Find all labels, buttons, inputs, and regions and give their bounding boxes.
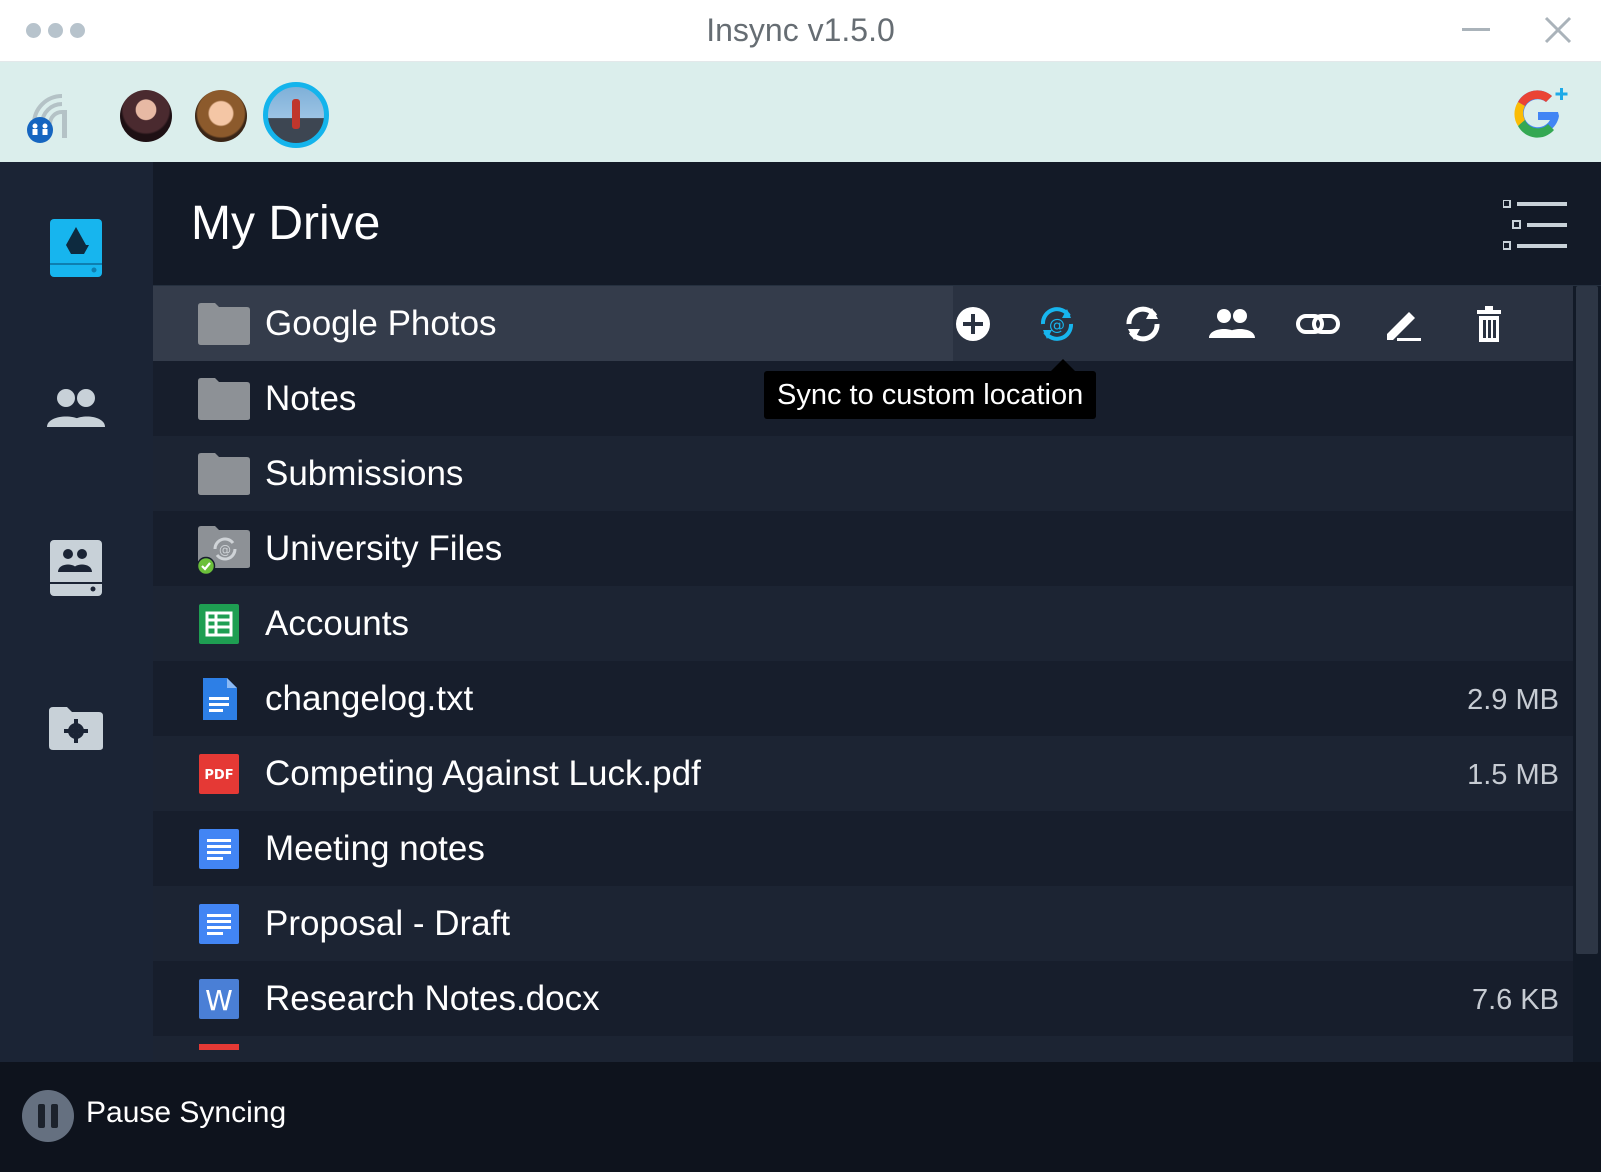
scrollbar[interactable] — [1576, 286, 1598, 954]
svg-text:@: @ — [1049, 315, 1065, 334]
file-size: 1.5 MB — [1467, 759, 1559, 791]
file-size: 2.9 MB — [1467, 684, 1559, 716]
svg-text:PDF: PDF — [204, 768, 233, 783]
row-actions: @ — [953, 286, 1573, 361]
sidebar-item-settings[interactable] — [40, 692, 112, 764]
folder-icon — [198, 378, 250, 420]
sidebar-item-shared[interactable] — [40, 372, 112, 444]
file-row[interactable]: Google Photos @ — [153, 286, 1573, 361]
file-name: Submissions — [265, 454, 464, 493]
page-title: My Drive — [191, 197, 381, 250]
file-name: Meeting notes — [265, 829, 485, 868]
word-icon: W — [199, 979, 239, 1019]
svg-text:W: W — [205, 984, 233, 1017]
file-row[interactable]: Proposal - Draft — [153, 886, 1573, 961]
spreadsheet-icon — [199, 604, 239, 644]
file-name: Google Photos — [265, 304, 497, 343]
folder-icon — [198, 453, 250, 495]
file-name: Notes — [265, 379, 357, 418]
account-avatar[interactable] — [195, 90, 247, 142]
drive-icon — [50, 219, 102, 277]
document-icon — [199, 829, 239, 869]
list-view-icon[interactable] — [1503, 200, 1569, 252]
tooltip: Sync to custom location — [764, 359, 1097, 419]
file-name: Research Notes.docx — [265, 979, 600, 1018]
file-row[interactable]: changelog.txt 2.9 MB — [153, 661, 1573, 736]
account-avatar-active[interactable] — [263, 82, 329, 148]
pause-icon[interactable] — [22, 1090, 74, 1142]
people-icon — [47, 389, 105, 427]
sidebar — [0, 162, 153, 1062]
text-file-icon — [203, 678, 237, 720]
file-row[interactable]: Meeting notes — [153, 811, 1573, 886]
file-name: Proposal - Draft — [265, 904, 511, 943]
accounts-bar — [0, 62, 1601, 162]
sidebar-item-my-drive[interactable] — [40, 212, 112, 284]
folder-icon — [198, 303, 250, 345]
account-avatar[interactable] — [120, 90, 172, 142]
add-icon[interactable] — [953, 304, 993, 344]
main-header: My Drive — [153, 162, 1601, 286]
connection-status-icon[interactable] — [26, 84, 74, 144]
file-row[interactable]: Accounts — [153, 586, 1573, 661]
file-name: Competing Against Luck.pdf — [265, 754, 701, 793]
file-row[interactable]: Submissions — [153, 436, 1573, 511]
pause-syncing-label[interactable]: Pause Syncing — [86, 1096, 286, 1130]
sync-icon[interactable] — [1123, 304, 1163, 344]
file-name: Accounts — [265, 604, 409, 643]
sidebar-item-team-drives[interactable] — [40, 532, 112, 604]
file-name: University Files — [265, 529, 503, 568]
main-panel: My Drive Google Photos @ Notes Submissio… — [153, 162, 1601, 1062]
file-row[interactable]: @ University Files — [153, 511, 1573, 586]
document-icon — [199, 904, 239, 944]
folder-settings-icon — [49, 707, 103, 750]
google-plus-icon[interactable] — [1508, 82, 1574, 144]
pdf-icon: PDF — [199, 754, 239, 794]
file-row[interactable]: W Research Notes.docx 7.6 KB — [153, 961, 1573, 1036]
file-row[interactable]: PDF Competing Against Luck.pdf 1.5 MB — [153, 736, 1573, 811]
file-icon-partial — [199, 1044, 239, 1050]
link-icon[interactable] — [1295, 304, 1341, 344]
synced-folder-icon: @ — [197, 526, 250, 575]
minimize-button[interactable] — [1462, 28, 1490, 31]
sync-custom-location-icon[interactable]: @ — [1037, 304, 1077, 344]
trash-icon[interactable] — [1469, 304, 1509, 344]
svg-text:@: @ — [219, 543, 231, 557]
close-icon[interactable] — [1542, 14, 1574, 46]
file-size: 7.6 KB — [1471, 984, 1559, 1016]
status-bar: Pause Syncing — [0, 1062, 1601, 1172]
rename-pencil-icon[interactable] — [1383, 304, 1423, 344]
share-people-icon[interactable] — [1207, 304, 1257, 344]
title-bar: Insync v1.5.0 — [0, 0, 1601, 62]
file-row-partial — [153, 1036, 1573, 1062]
file-name: changelog.txt — [265, 679, 474, 718]
window-title: Insync v1.5.0 — [706, 12, 895, 48]
team-drive-icon — [50, 540, 102, 596]
